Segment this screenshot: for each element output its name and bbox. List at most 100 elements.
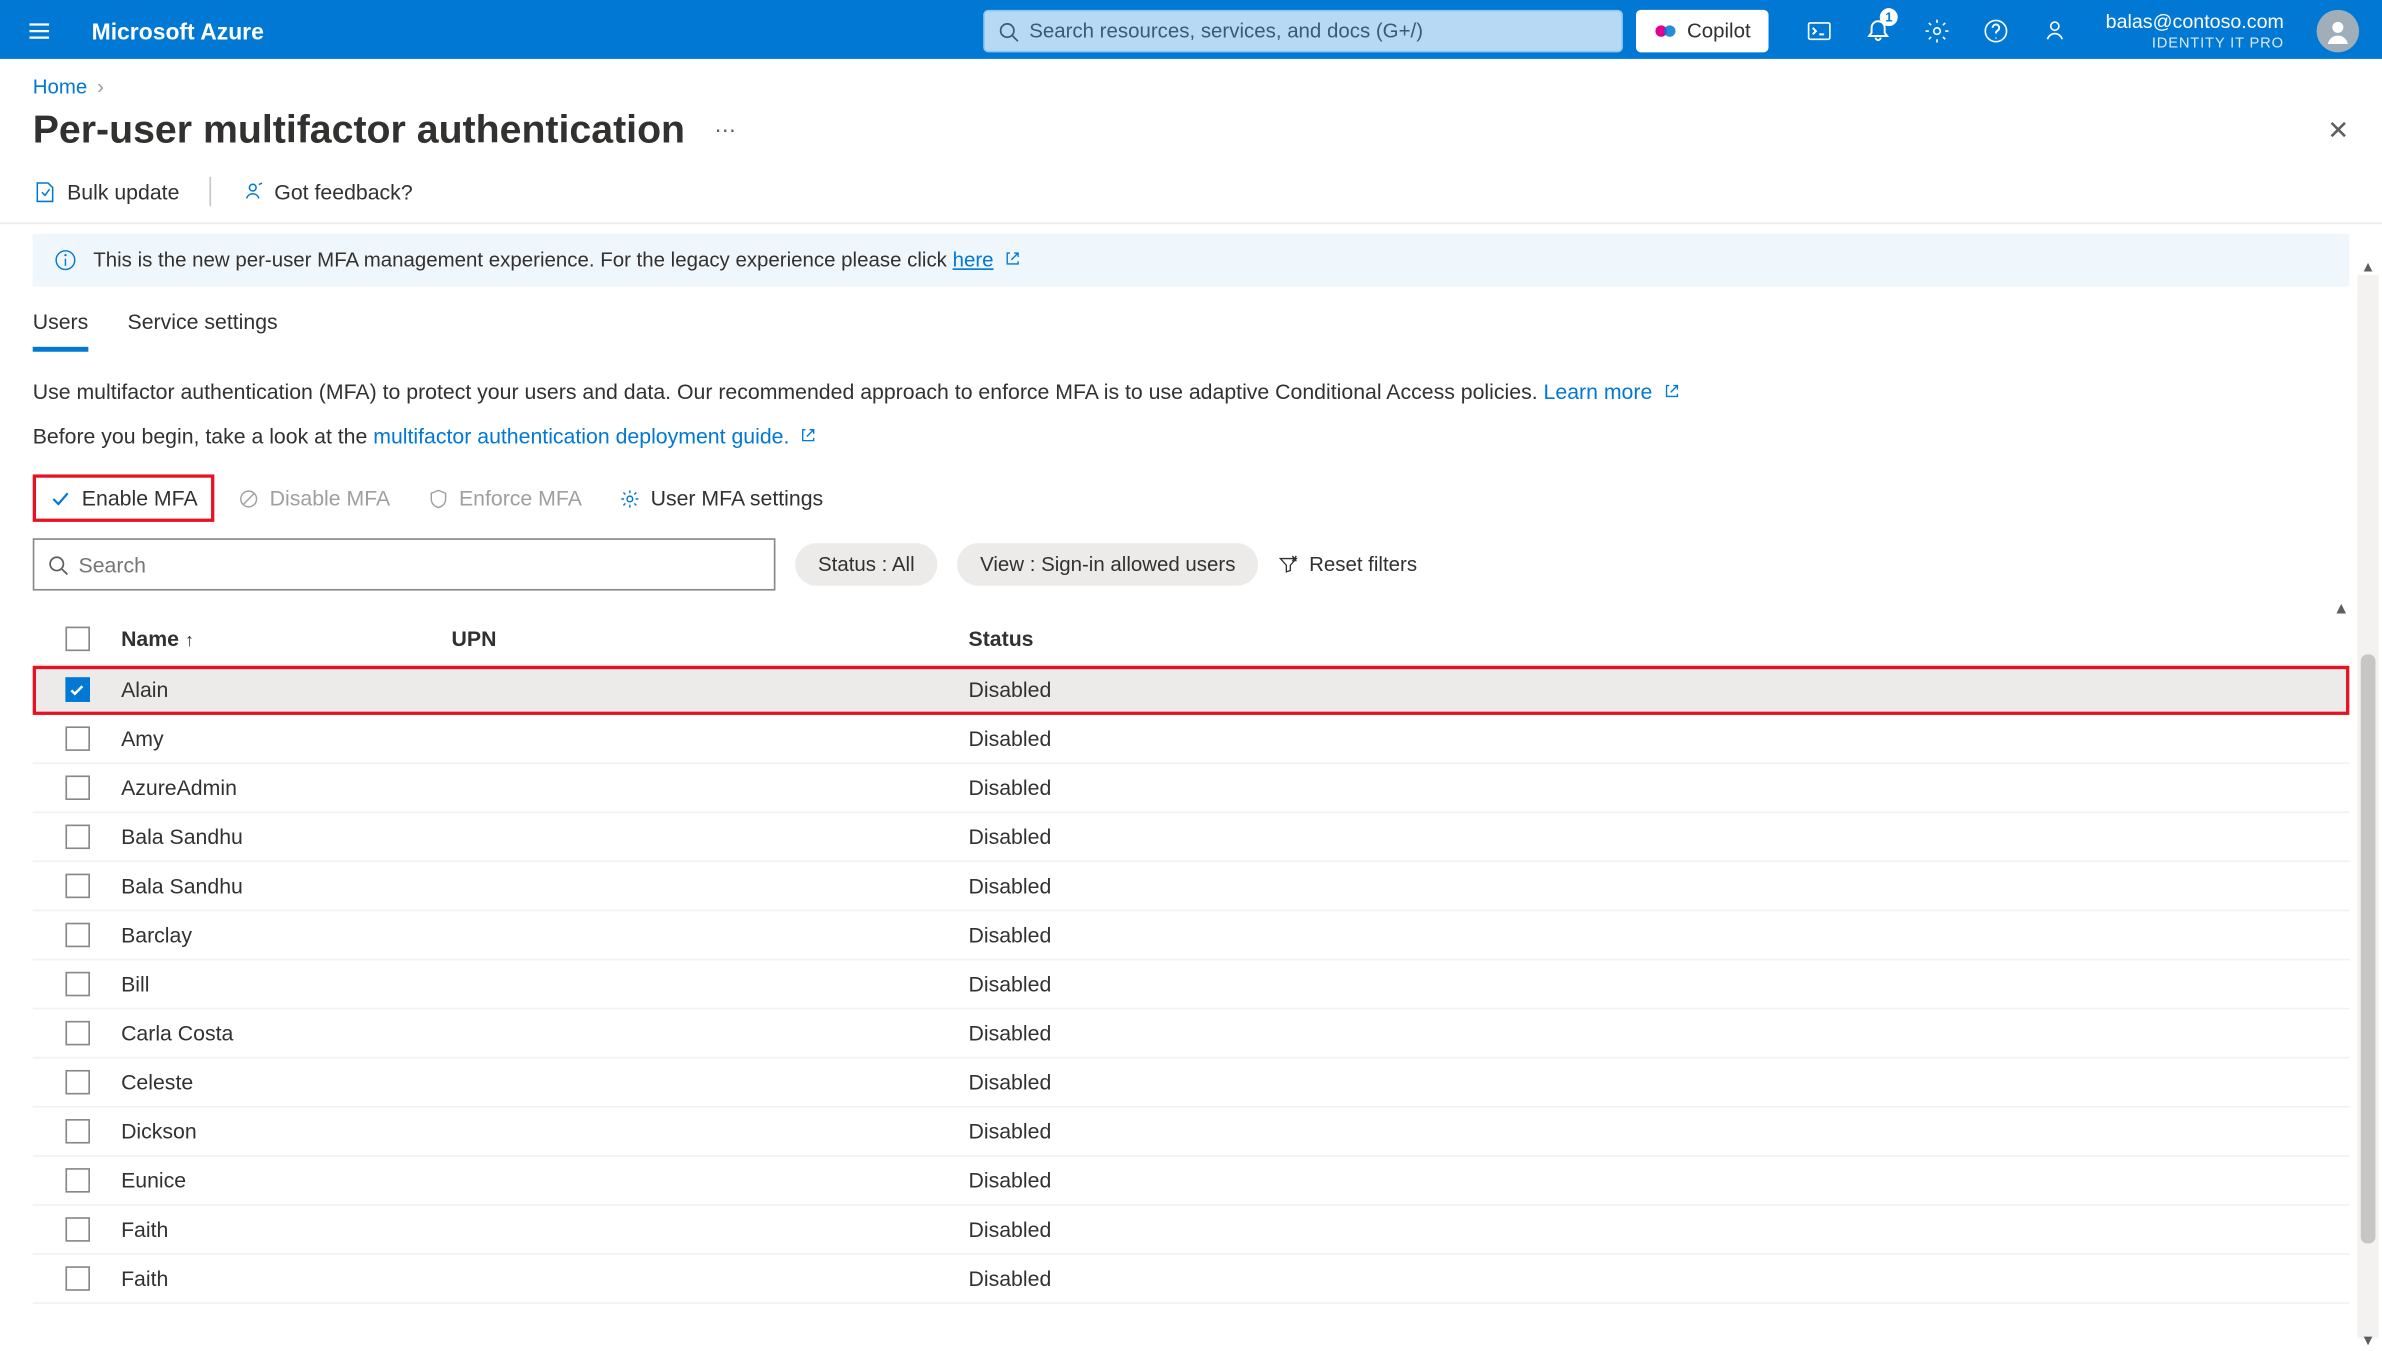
user-mfa-settings-button[interactable]: User MFA settings xyxy=(605,478,836,519)
cell-status: Disabled xyxy=(969,775,2350,800)
tab-service-settings[interactable]: Service settings xyxy=(128,309,278,352)
cell-status: Disabled xyxy=(969,677,2350,702)
info-icon xyxy=(54,249,77,272)
cell-name: Barclay xyxy=(121,923,451,948)
search-icon xyxy=(998,20,1019,41)
table-row[interactable]: AzureAdmin Disabled xyxy=(33,764,2350,813)
user-search[interactable] xyxy=(33,538,776,590)
global-search[interactable] xyxy=(983,10,1623,53)
table-row[interactable]: Carla Costa Disabled xyxy=(33,1009,2350,1058)
row-checkbox[interactable] xyxy=(65,1119,90,1144)
settings-icon[interactable] xyxy=(1909,3,1965,59)
row-checkbox[interactable] xyxy=(65,775,90,800)
breadcrumb-home[interactable]: Home xyxy=(33,75,88,98)
notifications-icon[interactable]: 1 xyxy=(1850,3,1906,59)
column-header-status[interactable]: Status xyxy=(969,627,2350,652)
cell-status: Disabled xyxy=(969,923,2350,948)
table-row[interactable]: EuniceDisabled xyxy=(33,1157,2350,1206)
cell-name: Bala Sandhu xyxy=(121,825,451,850)
feedback-header-icon[interactable] xyxy=(2027,3,2083,59)
row-checkbox[interactable] xyxy=(65,726,90,751)
filter-reset-icon xyxy=(1278,554,1299,575)
legacy-link[interactable]: here xyxy=(953,249,994,272)
row-checkbox[interactable] xyxy=(65,1266,90,1291)
breadcrumb: Home › xyxy=(0,59,2382,105)
user-email: balas@contoso.com xyxy=(2106,10,2284,34)
cell-name: Carla Costa xyxy=(121,1021,451,1046)
table-header: Name ↑ UPN Status xyxy=(33,614,2350,666)
row-checkbox[interactable] xyxy=(65,825,90,850)
table-row[interactable]: AmyDisabled xyxy=(33,715,2350,764)
table-row[interactable]: Barclay Disabled xyxy=(33,911,2350,960)
row-checkbox[interactable] xyxy=(65,1021,90,1046)
column-header-upn[interactable]: UPN xyxy=(452,627,969,652)
cell-status: Disabled xyxy=(969,1021,2350,1046)
enable-mfa-button[interactable]: Enable MFA xyxy=(33,474,214,521)
table-row[interactable]: AlainDisabled xyxy=(33,666,2350,715)
deployment-guide-link[interactable]: multifactor authentication deployment gu… xyxy=(373,424,789,449)
cell-name: Faith xyxy=(121,1266,451,1291)
sort-asc-icon: ↑ xyxy=(185,631,194,651)
scroll-up-icon[interactable]: ▲ xyxy=(2333,600,2349,618)
reset-filters-button[interactable]: Reset filters xyxy=(1278,553,1417,576)
more-actions-icon[interactable]: ⋯ xyxy=(714,118,739,144)
status-filter-pill[interactable]: Status : All xyxy=(795,543,937,586)
cell-status: Disabled xyxy=(969,874,2350,899)
page-title: Per-user multifactor authentication xyxy=(33,108,685,154)
copilot-button[interactable]: Copilot xyxy=(1636,10,1768,53)
cell-name: AzureAdmin xyxy=(121,775,451,800)
row-checkbox[interactable] xyxy=(65,1217,90,1242)
cell-status: Disabled xyxy=(969,1119,2350,1144)
external-link-icon xyxy=(800,427,816,443)
scrollbar-thumb[interactable] xyxy=(2361,654,2376,1243)
row-checkbox[interactable] xyxy=(65,1168,90,1193)
cell-name: Bala Sandhu xyxy=(121,874,451,899)
filter-bar: Status : All View : Sign-in allowed user… xyxy=(33,538,2350,590)
tab-bar: Users Service settings xyxy=(33,309,2350,353)
row-checkbox[interactable] xyxy=(65,1070,90,1095)
table-row[interactable]: Bala Sandhu Disabled xyxy=(33,813,2350,862)
copilot-icon xyxy=(1654,20,1677,43)
bulk-update-button[interactable]: Bulk update xyxy=(33,179,180,204)
cell-name: Eunice xyxy=(121,1168,451,1193)
view-filter-pill[interactable]: View : Sign-in allowed users xyxy=(957,543,1258,586)
select-all-checkbox[interactable] xyxy=(65,627,90,652)
azure-header: Microsoft Azure Copilot 1 xyxy=(0,0,2382,59)
table-row[interactable]: Dickson Disabled xyxy=(33,1108,2350,1157)
toolbar-divider xyxy=(209,177,211,206)
content-scrollbar[interactable]: ▲ ▼ xyxy=(2357,275,2378,1338)
account-menu[interactable]: balas@contoso.com IDENTITY IT PRO xyxy=(2096,10,2294,51)
info-banner: This is the new per-user MFA management … xyxy=(33,234,2350,286)
row-checkbox[interactable] xyxy=(65,874,90,899)
cell-status: Disabled xyxy=(969,972,2350,997)
disable-mfa-button: Disable MFA xyxy=(224,478,403,519)
row-checkbox[interactable] xyxy=(65,972,90,997)
feedback-button[interactable]: Got feedback? xyxy=(240,179,413,204)
help-icon[interactable] xyxy=(1968,3,2024,59)
copilot-label: Copilot xyxy=(1687,20,1751,43)
hamburger-icon[interactable] xyxy=(13,5,65,57)
table-row[interactable]: FaithDisabled xyxy=(33,1255,2350,1304)
table-row[interactable]: Bala Sandhu Disabled xyxy=(33,862,2350,911)
tab-users[interactable]: Users xyxy=(33,309,89,352)
table-row[interactable]: CelesteDisabled xyxy=(33,1058,2350,1107)
row-checkbox[interactable] xyxy=(65,923,90,948)
column-header-name[interactable]: Name ↑ xyxy=(121,627,451,652)
feedback-icon xyxy=(240,179,265,204)
cell-name: Amy xyxy=(121,726,451,751)
cell-status: Disabled xyxy=(969,825,2350,850)
notification-badge: 1 xyxy=(1880,8,1898,26)
intro-text-2: Before you begin, take a look at the mul… xyxy=(33,424,2350,449)
user-search-input[interactable] xyxy=(79,552,761,577)
avatar[interactable] xyxy=(2317,10,2360,53)
table-row[interactable]: FaithDisabled xyxy=(33,1206,2350,1255)
cloud-shell-icon[interactable] xyxy=(1792,3,1848,59)
brand-label[interactable]: Microsoft Azure xyxy=(79,18,277,44)
chevron-right-icon: › xyxy=(97,75,104,98)
close-icon[interactable]: ✕ xyxy=(2327,115,2349,148)
row-checkbox[interactable] xyxy=(65,677,90,702)
table-row[interactable]: BillDisabled xyxy=(33,960,2350,1009)
cell-name: Dickson xyxy=(121,1119,451,1144)
global-search-input[interactable] xyxy=(1019,20,1608,43)
learn-more-link[interactable]: Learn more xyxy=(1544,380,1653,405)
